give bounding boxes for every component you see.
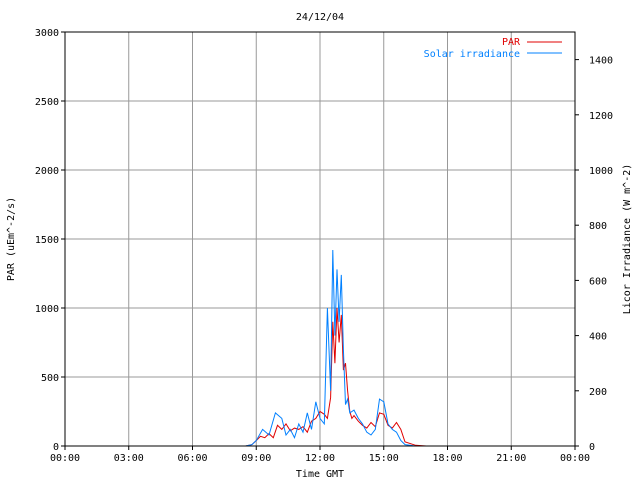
x-tick-label: 03:00 [114, 453, 144, 464]
chart-title: 24/12/04 [296, 12, 344, 23]
y2-tick-labels: 0 200 400 600 800 1000 1200 1400 [575, 56, 613, 453]
legend-label-par: PAR [502, 37, 521, 48]
x-tick-label: 18:00 [432, 453, 462, 464]
y-tick-label: 500 [41, 373, 59, 384]
y-tick-label: 2000 [35, 166, 59, 177]
y2-tick-label: 1000 [589, 166, 613, 177]
x-tick-label: 21:00 [496, 453, 526, 464]
x-tick-labels: 00:00 03:00 06:00 09:00 12:00 15:00 18:00 21:00… [50, 446, 590, 464]
x-tick-label: 00:00 [50, 453, 80, 464]
y2-tick-label: 800 [589, 221, 607, 232]
y-tick-label: 2500 [35, 97, 59, 108]
y2-tick-label: 200 [589, 387, 607, 398]
x-tick-label: 00:00 [560, 453, 590, 464]
legend-label-solar-irradiance: Solar irradiance [424, 49, 520, 60]
y-tick-label: 0 [53, 442, 59, 453]
y-tick-label: 3000 [35, 28, 59, 39]
y2-tick-label: 1400 [589, 56, 613, 67]
x-tick-label: 12:00 [305, 453, 335, 464]
y-axis-label: PAR (uEm^-2/s) [6, 197, 17, 281]
y-tick-label: 1000 [35, 304, 59, 315]
y-tick-labels: 0 500 1000 1500 2000 2500 3000 [35, 28, 65, 453]
x-tick-label: 09:00 [241, 453, 271, 464]
y2-tick-label: 0 [589, 442, 595, 453]
x-tick-label: 06:00 [177, 453, 207, 464]
x-axis-label: Time GMT [296, 469, 344, 480]
y2-tick-label: 600 [589, 276, 607, 287]
y2-axis-label: Licor Irradiance (W m^-2) [622, 164, 633, 315]
chart: 00:00 03:00 06:00 09:00 12:00 15:00 18:00 21:00… [6, 12, 633, 480]
y2-tick-label: 400 [589, 332, 607, 343]
y2-tick-label: 1200 [589, 111, 613, 122]
x-tick-label: 15:00 [369, 453, 399, 464]
y-tick-label: 1500 [35, 235, 59, 246]
